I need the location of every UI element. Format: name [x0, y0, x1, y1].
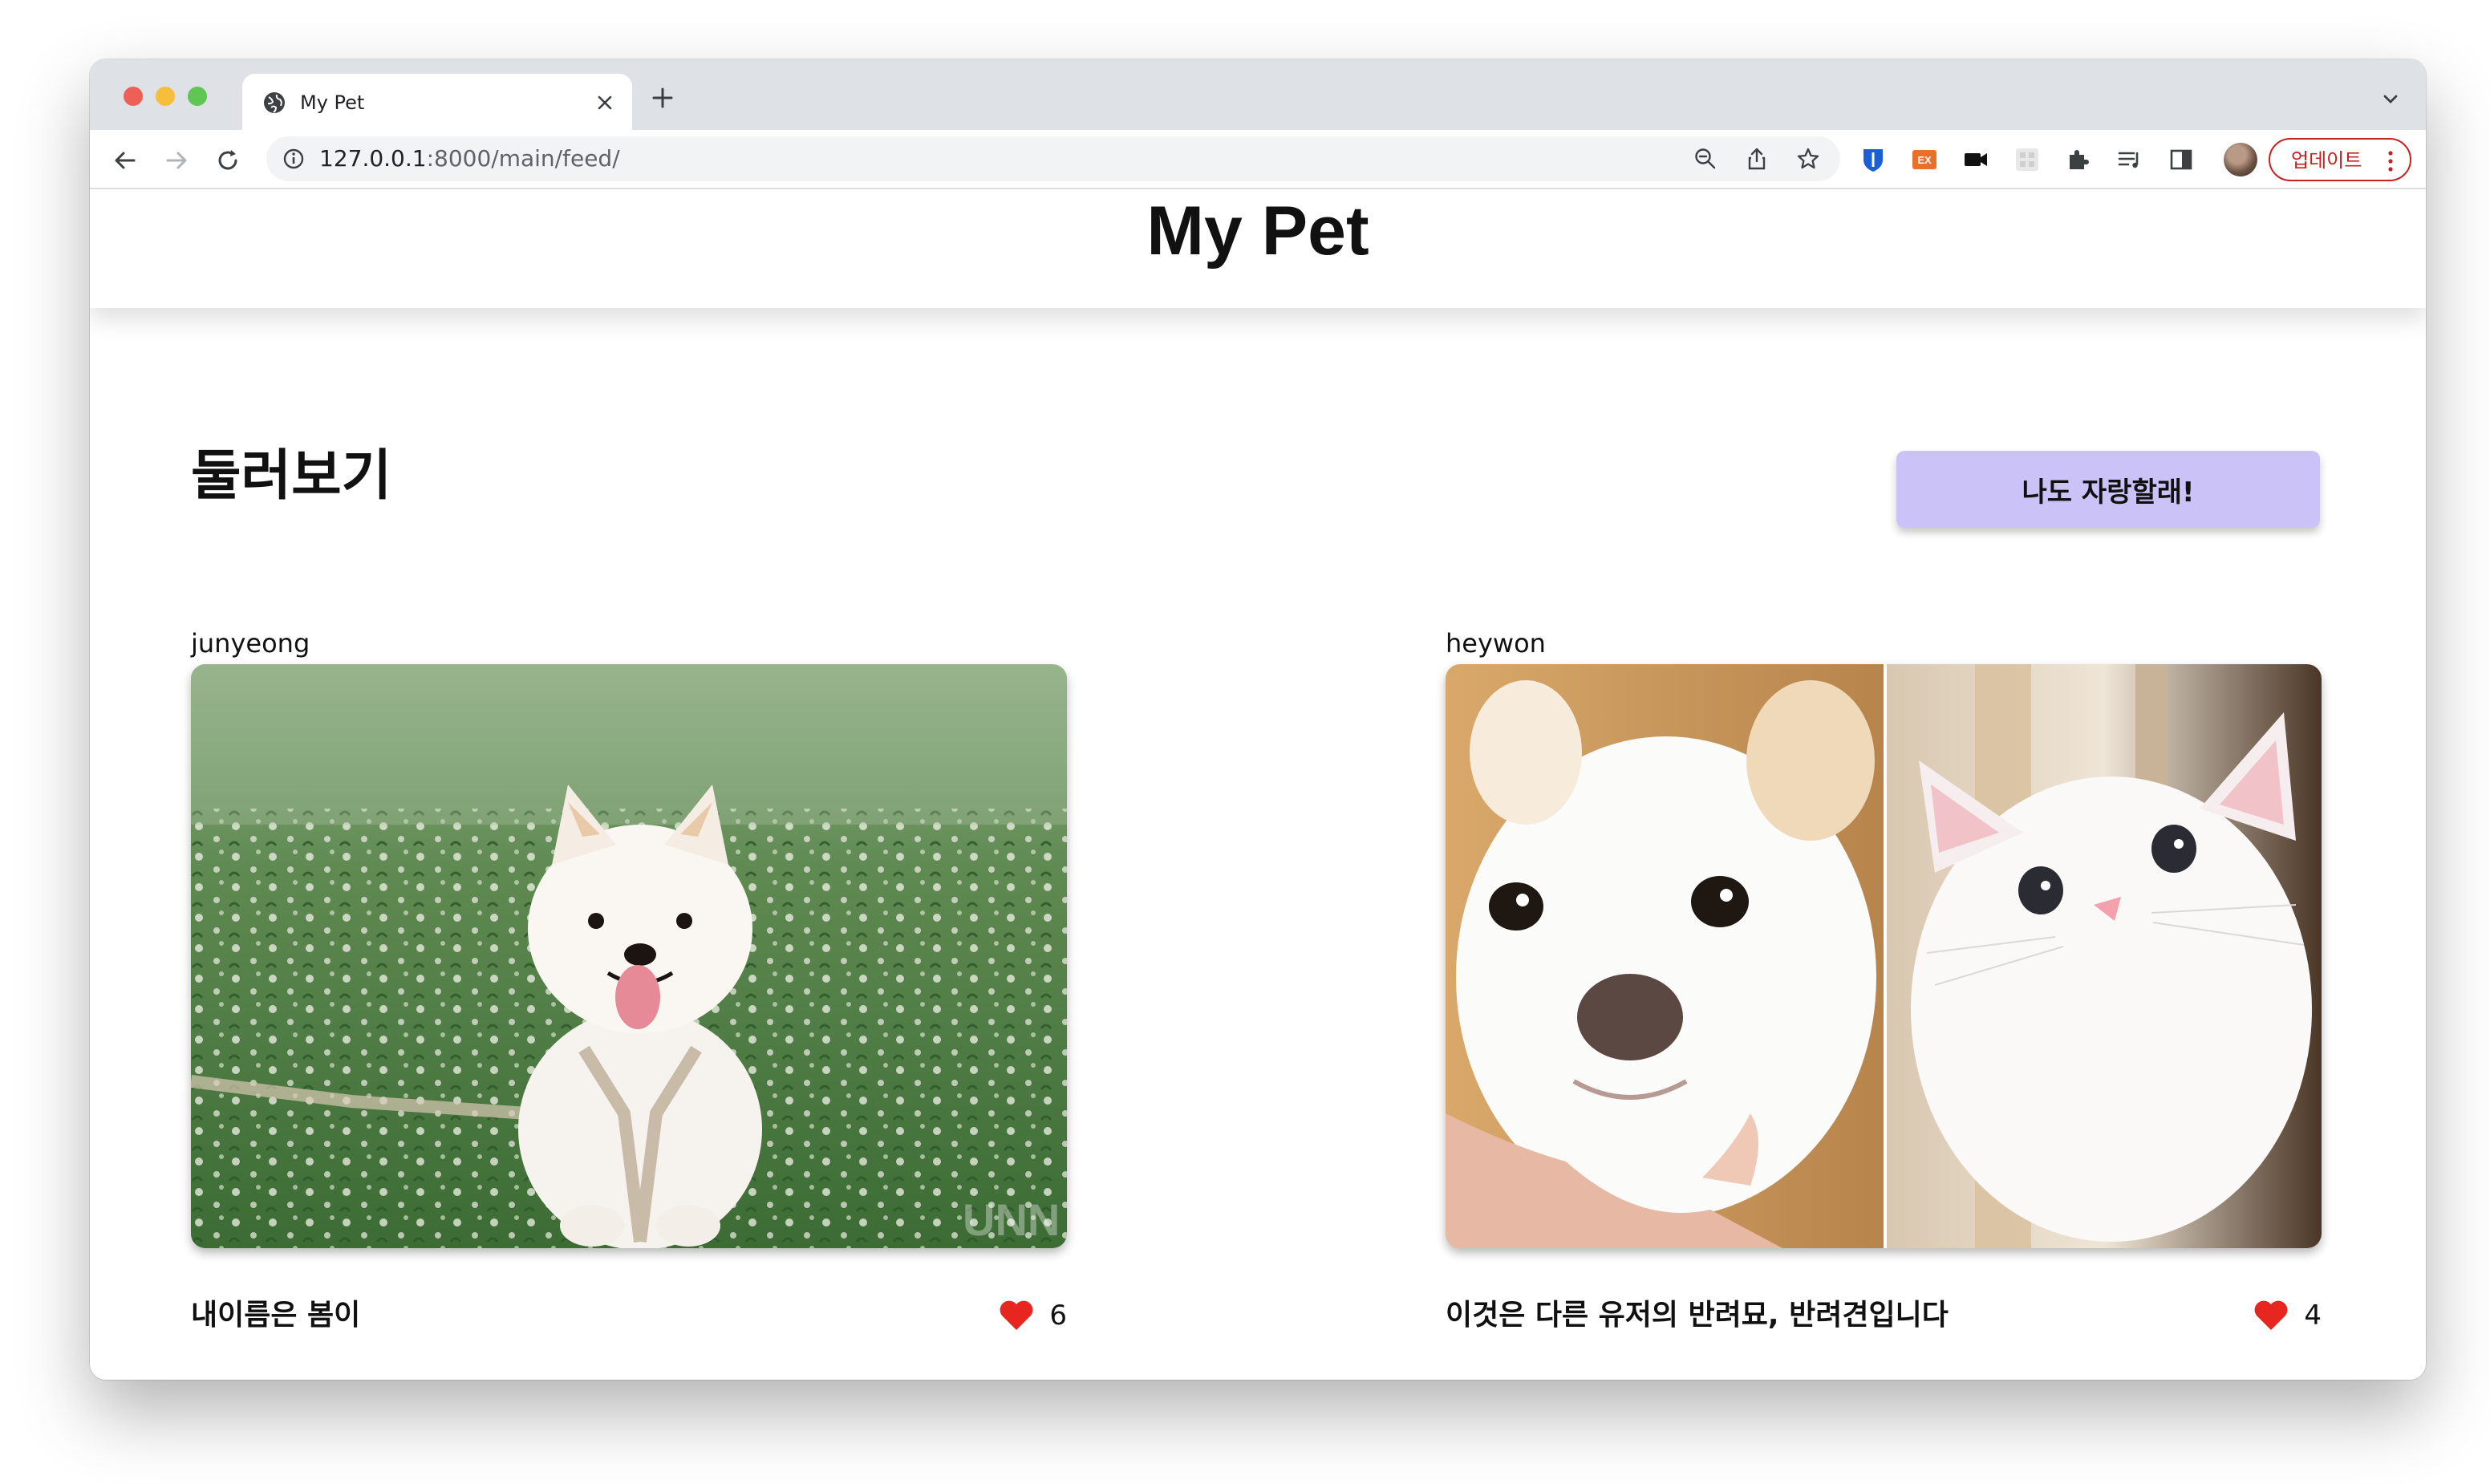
site-title: My Pet — [1146, 193, 1369, 270]
globe-icon — [264, 92, 285, 113]
close-window-button[interactable] — [124, 87, 143, 106]
page-title: 둘러보기 — [191, 444, 392, 508]
site-header: My Pet — [90, 189, 2426, 308]
profile-avatar[interactable] — [2224, 143, 2257, 176]
card-caption: 내이름은 봄이 — [191, 1299, 361, 1332]
zoom-out-icon[interactable] — [1693, 146, 1718, 172]
card-username[interactable]: heywon — [1446, 627, 1546, 659]
browser-toolbar: 127.0.0.1:8000/main/feed/ EX 업데이트 — [90, 130, 2426, 189]
brag-button[interactable]: 나도 자랑할래! — [1896, 451, 2320, 528]
url-text[interactable]: 127.0.0.1:8000/main/feed/ — [319, 146, 620, 172]
site-info-icon[interactable] — [282, 148, 305, 170]
svg-text:EX: EX — [1917, 154, 1932, 166]
page-viewport: My Pet 둘러보기 나도 자랑할래! junyeong UNN 내이름은 봄… — [90, 189, 2426, 1380]
camera-extension-icon[interactable] — [1962, 146, 1989, 173]
minimize-window-button[interactable] — [156, 87, 175, 106]
reading-list-icon[interactable] — [2116, 146, 2143, 173]
address-bar[interactable]: 127.0.0.1:8000/main/feed/ — [266, 136, 1840, 181]
like-count: 4 — [2304, 1300, 2322, 1332]
tab-strip: My Pet — [90, 59, 2426, 130]
card-username[interactable]: junyeong — [191, 627, 310, 659]
forward-arrow-icon[interactable] — [162, 146, 191, 175]
back-arrow-icon[interactable] — [111, 146, 140, 175]
like-area: 4 — [2253, 1296, 2322, 1335]
puzzle-icon[interactable] — [2065, 146, 2092, 173]
share-icon[interactable] — [1744, 146, 1770, 172]
new-tab-icon[interactable] — [648, 83, 677, 112]
url-path: :8000/main/feed/ — [426, 145, 620, 172]
side-panel-icon[interactable] — [2168, 146, 2195, 173]
like-count: 6 — [1049, 1300, 1067, 1332]
chevron-down-icon[interactable] — [2379, 88, 2402, 111]
browser-window: My Pet 127.0.0.1:8000/main/feed/ EX 업데이트… — [90, 59, 2426, 1380]
svg-text:UNN: UNN — [963, 1194, 1060, 1245]
maximize-window-button[interactable] — [188, 87, 207, 106]
tab-my-pet[interactable]: My Pet — [242, 74, 632, 130]
more-menu-icon[interactable] — [2386, 149, 2395, 173]
pet-photo[interactable]: UNN — [191, 664, 1067, 1248]
pomeranian-photo: UNN — [191, 664, 1067, 1248]
qr-extension-icon[interactable] — [2013, 146, 2041, 173]
pet-photo[interactable] — [1446, 664, 2322, 1248]
heart-icon[interactable] — [998, 1300, 1035, 1332]
reload-icon[interactable] — [213, 146, 242, 175]
url-host: 127.0.0.1 — [319, 145, 427, 172]
card-caption: 이것은 다른 유저의 반려묘, 반려견입니다 — [1446, 1299, 1949, 1332]
ex-extension-icon[interactable]: EX — [1911, 146, 1938, 173]
puppy-and-kitten-photo — [1446, 664, 2322, 1248]
heart-icon[interactable] — [2253, 1300, 2289, 1332]
tab-title: My Pet — [300, 91, 365, 114]
update-label: 업데이트 — [2291, 149, 2362, 172]
update-button[interactable]: 업데이트 — [2269, 138, 2411, 181]
bookmark-star-icon[interactable] — [1795, 146, 1821, 172]
bitwarden-icon[interactable] — [1859, 146, 1887, 173]
close-tab-icon[interactable] — [592, 90, 618, 116]
like-area: 6 — [998, 1296, 1067, 1335]
